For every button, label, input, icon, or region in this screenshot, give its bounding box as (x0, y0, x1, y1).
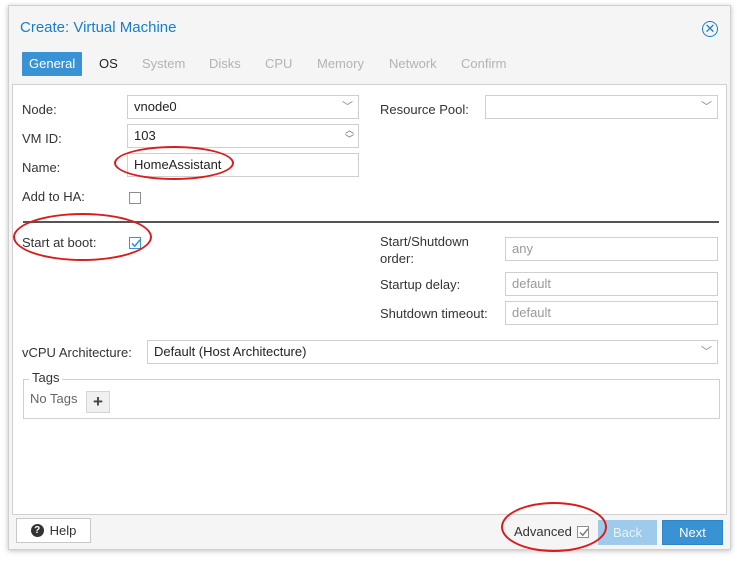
vcpu-arch-value: Default (Host Architecture) (154, 344, 307, 359)
checkmark-icon (131, 239, 141, 248)
chevron-down-icon: ﹀ (342, 101, 353, 113)
startup-order-field[interactable]: any (505, 237, 718, 261)
shutdown-timeout-field[interactable]: default (505, 301, 718, 325)
tab-os[interactable]: OS (93, 52, 124, 76)
no-tags-text: No Tags (30, 391, 78, 406)
shutdown-timeout-placeholder: default (512, 305, 552, 320)
vmid-label: VM ID: (22, 131, 62, 146)
tab-memory[interactable]: Memory (311, 52, 370, 76)
vcpu-arch-label: vCPU Architecture: (22, 345, 132, 360)
node-value: vnode0 (134, 99, 177, 114)
startup-delay-label: Startup delay: (380, 277, 461, 292)
tab-disks[interactable]: Disks (203, 52, 247, 76)
advanced-checkbox[interactable] (577, 526, 589, 538)
tab-general[interactable]: General (22, 52, 83, 76)
dialog-title: Create: Virtual Machine (20, 19, 177, 36)
help-label: Help (49, 523, 77, 538)
tab-network[interactable]: Network (383, 52, 443, 76)
create-vm-dialog: Create: Virtual Machine ✕ General OS Sys… (8, 5, 731, 550)
add-ha-checkbox[interactable] (129, 192, 141, 204)
tab-system[interactable]: System (136, 52, 191, 76)
next-button[interactable]: Next (662, 520, 723, 545)
start-at-boot-checkbox[interactable] (129, 237, 141, 249)
add-ha-label: Add to HA: (22, 189, 85, 204)
help-button[interactable]: ? Help (16, 518, 91, 543)
name-value: HomeAssistant (134, 157, 222, 172)
resource-pool-select[interactable]: ﹀ (485, 95, 718, 119)
vmid-field[interactable]: 103 ︿ ﹀ (127, 124, 359, 148)
vmid-value: 103 (134, 128, 156, 143)
question-icon: ? (30, 524, 44, 538)
tags-fieldset (23, 379, 720, 419)
spinner-arrows-icon[interactable]: ︿ ﹀ (345, 126, 354, 144)
node-label: Node: (22, 102, 57, 117)
startup-delay-placeholder: default (512, 276, 552, 291)
startup-order-label-line2: order: (380, 251, 414, 266)
chevron-down-icon: ﹀ (701, 346, 712, 358)
startup-order-placeholder: any (512, 241, 533, 256)
start-at-boot-label: Start at boot: (22, 235, 97, 250)
close-icon[interactable]: ✕ (702, 21, 718, 37)
section-divider (23, 221, 719, 223)
shutdown-timeout-label: Shutdown timeout: (380, 306, 488, 321)
tab-confirm[interactable]: Confirm (455, 52, 513, 76)
startup-order-label-line1: Start/Shutdown (380, 234, 469, 249)
tags-legend: Tags (29, 370, 63, 385)
add-tag-button[interactable]: + (86, 391, 110, 413)
node-select[interactable]: vnode0 ﹀ (127, 95, 359, 119)
tab-cpu[interactable]: CPU (259, 52, 298, 76)
vcpu-arch-select[interactable]: Default (Host Architecture) ﹀ (147, 340, 718, 364)
checkmark-icon (579, 528, 589, 537)
general-panel: Node: vnode0 ﹀ VM ID: 103 ︿ ﹀ Name: HomeA… (12, 84, 727, 515)
startup-delay-field[interactable]: default (505, 272, 718, 296)
name-field[interactable]: HomeAssistant (127, 153, 359, 177)
advanced-label: Advanced (514, 524, 572, 539)
resource-pool-label: Resource Pool: (380, 102, 469, 117)
back-button[interactable]: Back (598, 520, 657, 545)
chevron-down-icon: ﹀ (701, 101, 712, 113)
name-label: Name: (22, 160, 61, 175)
